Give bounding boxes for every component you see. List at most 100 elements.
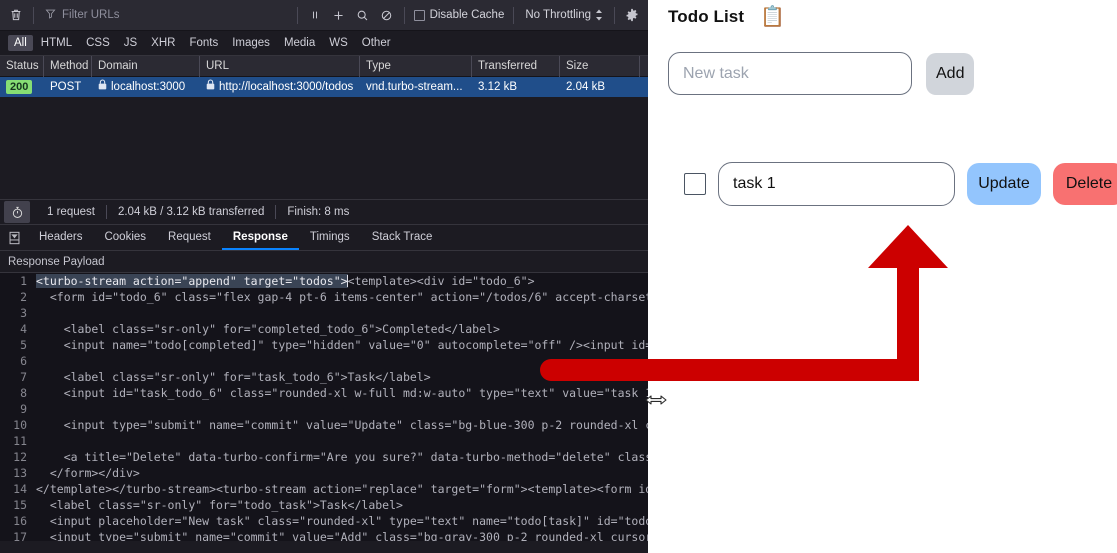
code-line[interactable]: 7 <label class="sr-only" for="task_todo_… xyxy=(0,369,648,385)
line-content xyxy=(36,433,648,449)
response-payload-code[interactable]: 1 <turbo-stream action="append" target="… xyxy=(0,273,648,541)
todo-app-page: Todo List 📋 Add Update Delete xyxy=(648,0,1117,553)
filter-js[interactable]: JS xyxy=(118,35,143,51)
column-status[interactable]: Status xyxy=(0,56,44,77)
line-number: 12 xyxy=(0,449,36,465)
line-content: </template></turbo-stream><turbo-stream … xyxy=(36,481,648,497)
code-line[interactable]: 2 <form id="todo_6" class="flex gap-4 pt… xyxy=(0,289,648,305)
column-type[interactable]: Type xyxy=(360,56,472,77)
column-domain[interactable]: Domain xyxy=(92,56,200,77)
cell-method: POST xyxy=(44,77,92,97)
delete-button[interactable]: Delete xyxy=(1053,163,1117,205)
column-size[interactable]: Size xyxy=(560,56,640,77)
code-line[interactable]: 13 </form></div> xyxy=(0,465,648,481)
line-content: <input type="submit" name="commit" value… xyxy=(36,417,648,433)
line-content: </form></div> xyxy=(36,465,648,481)
toolbar-divider-3 xyxy=(404,7,405,24)
gear-icon[interactable] xyxy=(620,4,644,26)
column-url[interactable]: URL xyxy=(200,56,360,77)
todo-task-input[interactable] xyxy=(718,162,955,206)
clipboard-icon: 📋 xyxy=(760,7,785,27)
filter-images[interactable]: Images xyxy=(226,35,276,51)
filter-xhr[interactable]: XHR xyxy=(145,35,181,51)
app-root: Filter URLs xyxy=(0,0,1117,553)
code-line[interactable]: 3 xyxy=(0,305,648,321)
summary-requests: 1 request xyxy=(36,206,106,218)
tab-request[interactable]: Request xyxy=(157,225,222,250)
code-line[interactable]: 17 <input type="submit" name="commit" va… xyxy=(0,529,648,541)
filter-html[interactable]: HTML xyxy=(35,35,78,51)
devtools-panel: Filter URLs xyxy=(0,0,648,553)
filter-css[interactable]: CSS xyxy=(80,35,116,51)
request-detail-tabs: Headers Cookies Request Response Timings… xyxy=(0,225,648,251)
table-empty-area xyxy=(0,97,648,199)
code-line[interactable]: 5 <input name="todo[completed]" type="hi… xyxy=(0,337,648,353)
lock-icon-url xyxy=(206,77,215,97)
line-content: <input id="task_todo_6" class="rounded-x… xyxy=(36,385,648,401)
filter-other[interactable]: Other xyxy=(356,35,397,51)
tab-cookies[interactable]: Cookies xyxy=(93,225,157,250)
plus-icon[interactable] xyxy=(327,4,351,26)
tab-response[interactable]: Response xyxy=(222,225,299,250)
page-title: Todo List xyxy=(668,7,744,27)
line-content: <label class="sr-only" for="completed_to… xyxy=(36,321,648,337)
tab-headers[interactable]: Headers xyxy=(28,225,93,250)
toolbar-divider-2 xyxy=(297,7,298,24)
line-content xyxy=(36,353,648,369)
line-rest: <template><div id="todo_6"> xyxy=(348,274,535,288)
code-line[interactable]: 1 <turbo-stream action="append" target="… xyxy=(0,273,648,289)
line-number: 13 xyxy=(0,465,36,481)
code-line[interactable]: 8 <input id="task_todo_6" class="rounded… xyxy=(0,385,648,401)
line-content xyxy=(36,401,648,417)
payload-panel-icon[interactable] xyxy=(0,225,28,250)
filter-media[interactable]: Media xyxy=(278,35,321,51)
line-number: 11 xyxy=(0,433,36,449)
cell-domain-text: localhost:3000 xyxy=(111,77,185,97)
filter-fonts[interactable]: Fonts xyxy=(183,35,224,51)
code-line[interactable]: 11 xyxy=(0,433,648,449)
funnel-icon xyxy=(45,8,56,22)
toolbar-divider-5 xyxy=(614,7,615,24)
table-header-row: Status Method Domain URL Type Transferre… xyxy=(0,56,648,77)
checkbox-box xyxy=(414,10,425,21)
tab-stack-trace[interactable]: Stack Trace xyxy=(361,225,444,250)
disable-cache-checkbox[interactable]: Disable Cache xyxy=(410,9,509,21)
pause-icon[interactable] xyxy=(303,4,327,26)
code-line[interactable]: 4 <label class="sr-only" for="completed_… xyxy=(0,321,648,337)
code-line[interactable]: 16 <input placeholder="New task" class="… xyxy=(0,513,648,529)
code-line[interactable]: 12 <a title="Delete" data-turbo-confirm=… xyxy=(0,449,648,465)
new-task-input[interactable] xyxy=(668,52,912,95)
disable-cache-label: Disable Cache xyxy=(430,9,505,21)
page-header: Todo List 📋 xyxy=(668,0,1117,27)
search-icon[interactable] xyxy=(351,4,375,26)
code-line[interactable]: 15 <label class="sr-only" for="todo_task… xyxy=(0,497,648,513)
code-line[interactable]: 6 xyxy=(0,353,648,369)
table-row[interactable]: 200 POST localhost:3000 xyxy=(0,77,648,97)
column-method[interactable]: Method xyxy=(44,56,92,77)
toolbar-divider-4 xyxy=(513,7,514,24)
network-request-table: Status Method Domain URL Type Transferre… xyxy=(0,56,648,199)
block-icon[interactable] xyxy=(375,4,399,26)
filter-ws[interactable]: WS xyxy=(323,35,354,51)
cell-url-text: http://localhost:3000/todos xyxy=(219,77,353,97)
filter-all[interactable]: All xyxy=(8,35,33,51)
code-line[interactable]: 9 xyxy=(0,401,648,417)
cell-status: 200 xyxy=(0,77,44,97)
filter-urls-input[interactable]: Filter URLs xyxy=(39,5,292,26)
line-content: <input name="todo[completed]" type="hidd… xyxy=(36,337,648,353)
network-toolbar: Filter URLs xyxy=(0,0,648,31)
code-line[interactable]: 10 <input type="submit" name="commit" va… xyxy=(0,417,648,433)
todo-completed-checkbox[interactable] xyxy=(684,173,706,195)
chevron-updown-icon xyxy=(595,9,603,21)
line-number: 8 xyxy=(0,385,36,401)
update-button[interactable]: Update xyxy=(967,163,1041,205)
throttling-select[interactable]: No Throttling xyxy=(519,9,609,21)
trash-icon[interactable] xyxy=(4,4,28,26)
throttling-label: No Throttling xyxy=(525,9,591,21)
tab-timings[interactable]: Timings xyxy=(299,225,361,250)
add-button[interactable]: Add xyxy=(926,53,974,95)
code-line[interactable]: 14</template></turbo-stream><turbo-strea… xyxy=(0,481,648,497)
line-number: 3 xyxy=(0,305,36,321)
stopwatch-icon[interactable] xyxy=(4,201,30,223)
column-transferred[interactable]: Transferred xyxy=(472,56,560,77)
